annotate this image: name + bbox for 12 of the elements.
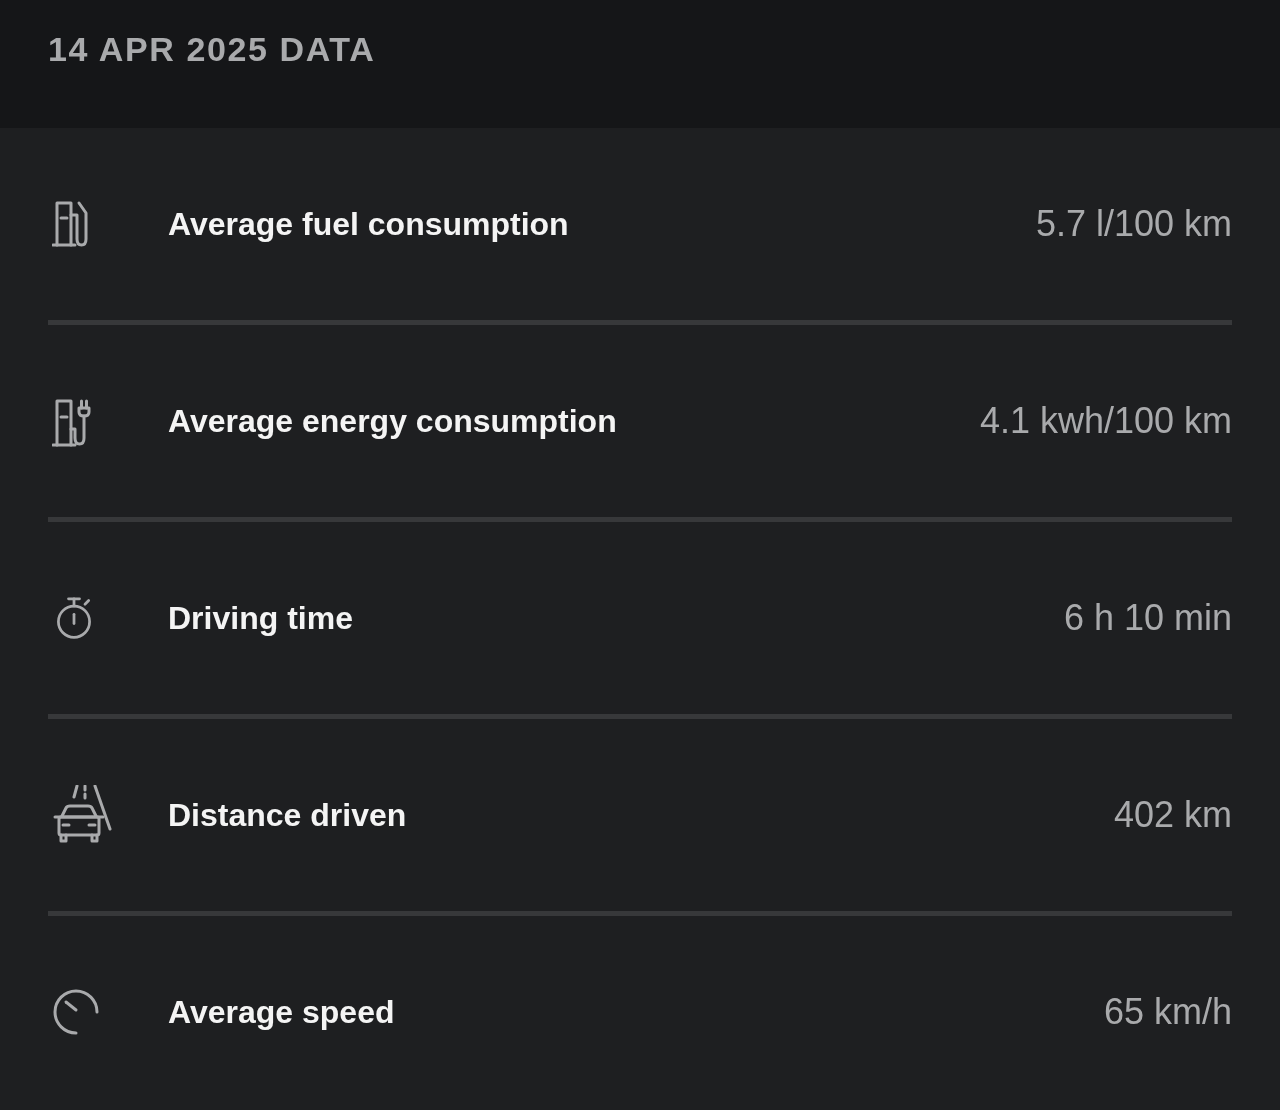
stat-value: 5.7 l/100 km xyxy=(1035,203,1232,245)
stat-label: Distance driven xyxy=(168,796,408,834)
stat-label: Average energy consumption xyxy=(168,402,618,440)
stat-value: 402 km xyxy=(1113,794,1232,836)
speedometer-icon xyxy=(52,988,100,1036)
stat-label: Average speed xyxy=(168,993,396,1031)
stat-label: Driving time xyxy=(168,599,354,637)
stat-value: 65 km/h xyxy=(1103,991,1232,1033)
stat-label: Average fuel consumption xyxy=(168,205,570,243)
stat-value: 4.1 kwh/100 km xyxy=(979,400,1232,442)
date-title: 14 APR 2025 DATA xyxy=(48,29,376,69)
stat-value: 6 h 10 min xyxy=(1063,597,1232,639)
